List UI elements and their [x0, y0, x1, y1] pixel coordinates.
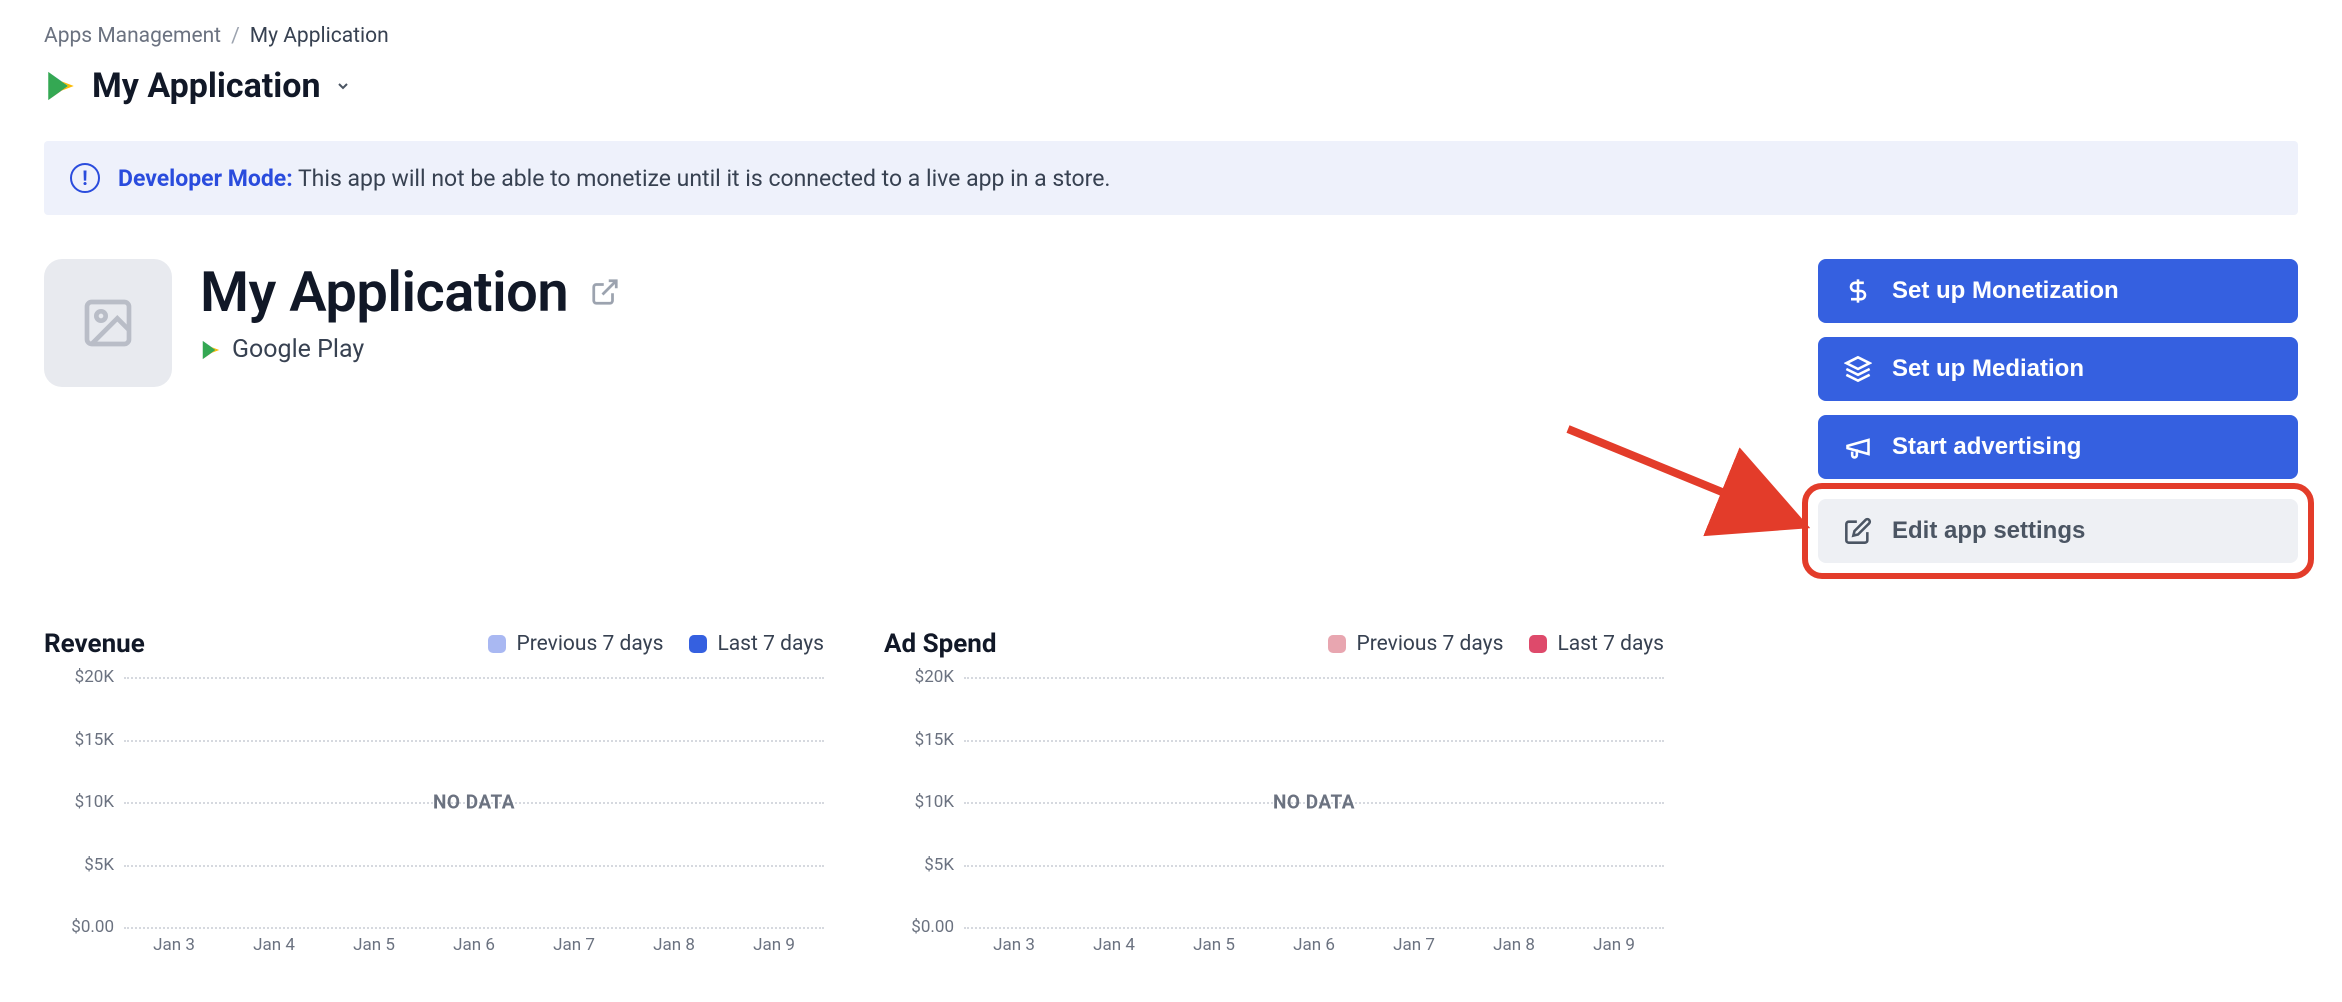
y-tick: $20K: [884, 667, 954, 687]
x-tick: Jan 9: [753, 935, 795, 955]
store-name: Google Play: [232, 335, 364, 364]
button-label: Set up Monetization: [1892, 277, 2119, 305]
chart-legend: Previous 7 days Last 7 days: [488, 632, 824, 656]
y-tick: $5K: [44, 855, 114, 875]
x-tick: Jan 5: [353, 935, 395, 955]
legend-previous[interactable]: Previous 7 days: [1328, 632, 1503, 656]
annotation-highlight: Edit app settings: [1802, 483, 2314, 579]
breadcrumb-current: My Application: [250, 24, 389, 48]
page-title: My Application: [200, 259, 568, 325]
legend-label: Last 7 days: [1557, 632, 1664, 656]
y-tick: $10K: [884, 792, 954, 812]
megaphone-icon: [1844, 433, 1872, 461]
legend-label: Last 7 days: [717, 632, 824, 656]
info-icon: !: [70, 163, 100, 193]
legend-previous[interactable]: Previous 7 days: [488, 632, 663, 656]
chart-legend: Previous 7 days Last 7 days: [1328, 632, 1664, 656]
image-placeholder-icon: [80, 295, 136, 351]
actions-panel: Set up Monetization Set up Mediation Sta…: [1818, 259, 2298, 569]
x-axis: Jan 3 Jan 4 Jan 5 Jan 6 Jan 7 Jan 8 Jan …: [884, 935, 1664, 955]
x-tick: Jan 6: [453, 935, 495, 955]
adspend-chart: Ad Spend Previous 7 days Last 7 days $20…: [884, 629, 1664, 955]
x-tick: Jan 3: [993, 935, 1035, 955]
button-label: Start advertising: [1892, 433, 2081, 461]
chart-title: Ad Spend: [884, 629, 996, 659]
setup-mediation-button[interactable]: Set up Mediation: [1818, 337, 2298, 401]
breadcrumb-separator: /: [231, 24, 240, 48]
x-tick: Jan 7: [1393, 935, 1435, 955]
edit-app-settings-button[interactable]: Edit app settings: [1818, 499, 2298, 563]
y-tick: $5K: [884, 855, 954, 875]
app-header: My Application Google Play: [44, 259, 620, 387]
x-tick: Jan 6: [1293, 935, 1335, 955]
banner-message: This app will not be able to monetize un…: [298, 165, 1111, 192]
revenue-chart: Revenue Previous 7 days Last 7 days $20K…: [44, 629, 824, 955]
store-row: Google Play: [200, 335, 620, 364]
y-tick: $20K: [44, 667, 114, 687]
charts-row: Revenue Previous 7 days Last 7 days $20K…: [44, 629, 2298, 955]
banner-text: Developer Mode: This app will not be abl…: [118, 165, 1110, 192]
legend-swatch: [488, 635, 506, 653]
legend-swatch: [1529, 635, 1547, 653]
setup-monetization-button[interactable]: Set up Monetization: [1818, 259, 2298, 323]
x-tick: Jan 9: [1593, 935, 1635, 955]
chart-title: Revenue: [44, 629, 145, 659]
edit-icon: [1844, 517, 1872, 545]
developer-mode-banner: ! Developer Mode: This app will not be a…: [44, 141, 2298, 215]
x-tick: Jan 8: [1493, 935, 1535, 955]
y-tick: $0.00: [44, 917, 114, 937]
chart-plot-area: $20K $15K $10K $5K $0.00 NO DATA: [884, 677, 1664, 927]
dollar-icon: [1844, 277, 1872, 305]
y-tick: $0.00: [884, 917, 954, 937]
x-tick: Jan 4: [1093, 935, 1135, 955]
breadcrumb: Apps Management / My Application: [44, 24, 2298, 48]
x-tick: Jan 7: [553, 935, 595, 955]
x-axis: Jan 3 Jan 4 Jan 5 Jan 6 Jan 7 Jan 8 Jan …: [44, 935, 824, 955]
start-advertising-button[interactable]: Start advertising: [1818, 415, 2298, 479]
button-label: Set up Mediation: [1892, 355, 2084, 383]
legend-label: Previous 7 days: [1356, 632, 1503, 656]
legend-last[interactable]: Last 7 days: [689, 632, 824, 656]
y-tick: $10K: [44, 792, 114, 812]
chevron-down-icon: [335, 78, 351, 94]
button-label: Edit app settings: [1892, 517, 2085, 545]
chart-plot-area: $20K $15K $10K $5K $0.00 NO DATA: [44, 677, 824, 927]
legend-label: Previous 7 days: [516, 632, 663, 656]
legend-last[interactable]: Last 7 days: [1529, 632, 1664, 656]
google-play-icon: [44, 69, 78, 103]
x-tick: Jan 8: [653, 935, 695, 955]
app-icon-placeholder: [44, 259, 172, 387]
x-tick: Jan 3: [153, 935, 195, 955]
y-tick: $15K: [44, 730, 114, 750]
google-play-icon: [200, 339, 222, 361]
x-tick: Jan 4: [253, 935, 295, 955]
external-link-icon[interactable]: [590, 277, 620, 307]
app-selector[interactable]: My Application: [44, 66, 351, 106]
y-tick: $15K: [884, 730, 954, 750]
no-data-label: NO DATA: [964, 791, 1664, 814]
layers-icon: [1844, 355, 1872, 383]
annotation-arrow: [1558, 419, 1818, 539]
x-tick: Jan 5: [1193, 935, 1235, 955]
breadcrumb-root[interactable]: Apps Management: [44, 24, 221, 48]
legend-swatch: [1328, 635, 1346, 653]
app-selector-title: My Application: [92, 66, 321, 106]
legend-swatch: [689, 635, 707, 653]
no-data-label: NO DATA: [124, 791, 824, 814]
banner-lead: Developer Mode:: [118, 165, 293, 192]
